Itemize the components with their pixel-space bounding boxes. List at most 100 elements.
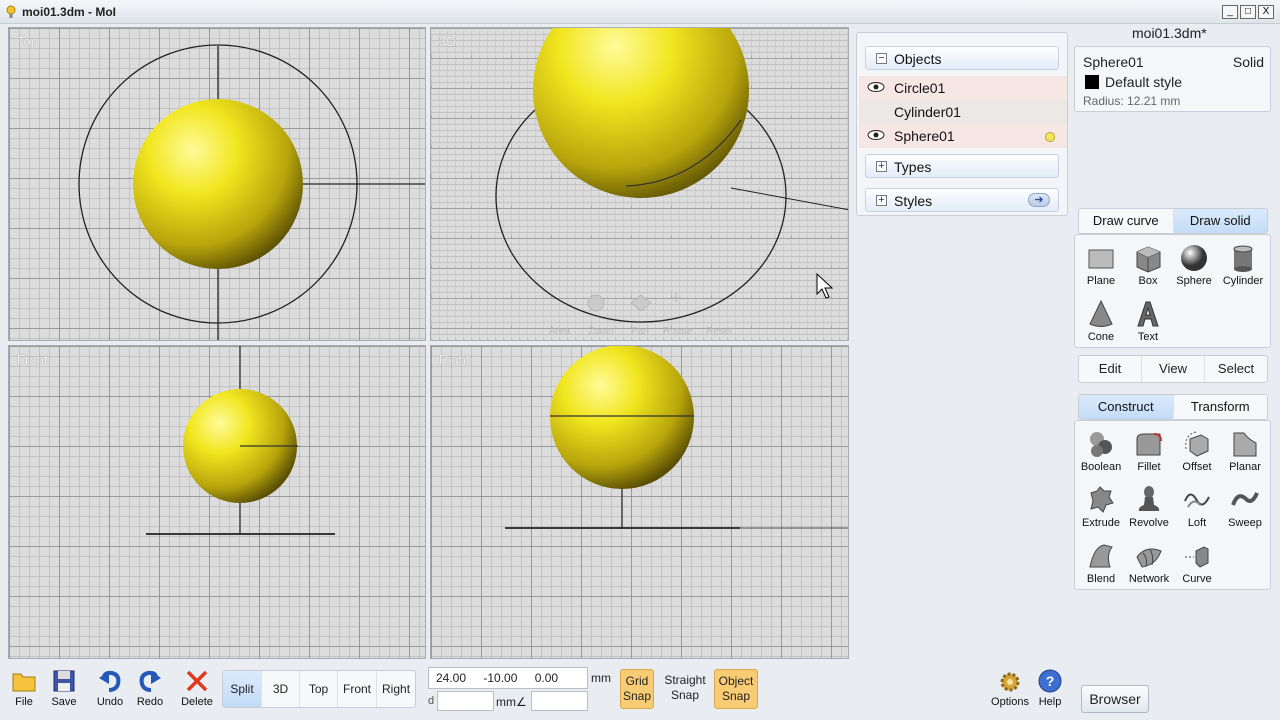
collapse-icon[interactable]: −	[876, 53, 887, 64]
angle-input[interactable]	[531, 691, 588, 711]
tab-view-3d[interactable]: 3D	[261, 671, 299, 707]
blend-tool[interactable]: Blend	[1076, 537, 1126, 591]
object-row-cylinder01[interactable]: Cylinder01	[859, 100, 1067, 124]
redo-arrow-icon	[139, 670, 161, 692]
network-tool[interactable]: Network	[1124, 537, 1174, 591]
close-button[interactable]: X	[1258, 5, 1274, 19]
tab-construct[interactable]: Construct	[1079, 395, 1173, 419]
sphere-tool[interactable]: Sphere	[1169, 239, 1219, 293]
straight-snap-toggle[interactable]: Straight Snap	[659, 669, 711, 709]
viewport-top[interactable]: Top	[8, 27, 426, 341]
sweep-tool[interactable]: Sweep	[1220, 481, 1270, 535]
offset-tool[interactable]: Offset	[1172, 425, 1222, 479]
navigation-gizmo	[587, 293, 681, 312]
object-name[interactable]: Sphere01	[1083, 54, 1144, 70]
mouse-cursor	[816, 272, 834, 299]
revolve-tool[interactable]: Revolve	[1124, 481, 1174, 535]
types-section-header[interactable]: + Types	[865, 154, 1059, 178]
style-name[interactable]: Default style	[1105, 74, 1182, 90]
moi-logo-icon	[6, 5, 16, 18]
cone-icon	[1089, 299, 1113, 327]
mode-buttons: Edit View Select	[1078, 355, 1268, 383]
grid-snap-toggle[interactable]: Grid Snap	[620, 669, 654, 709]
viewport-front[interactable]: Front	[8, 345, 426, 659]
view-tabs: Split 3D Top Front Right	[222, 670, 417, 708]
construct-toolbox: Boolean Fillet Offset Planar Extrude Rev…	[1074, 420, 1271, 590]
properties-panel: Sphere01 Solid Default style Radius: 12.…	[1074, 46, 1271, 112]
title-bar: moi01.3dm - MoI _ □ X	[0, 0, 1280, 24]
scene-browser-panel: − Objects Circle01 Cylinder01 Sphere01 +…	[856, 32, 1068, 216]
tab-draw-curve[interactable]: Draw curve	[1079, 209, 1173, 233]
viewport-right[interactable]: Right	[430, 345, 849, 659]
redo-button[interactable]: Redo	[130, 668, 170, 718]
object-type: Solid	[1232, 54, 1264, 70]
draw-tabs: Draw curve Draw solid	[1078, 208, 1268, 234]
minimize-button[interactable]: _	[1222, 5, 1238, 19]
plane-tool[interactable]: Plane	[1076, 239, 1126, 293]
sphere-object	[133, 99, 303, 269]
delete-button[interactable]: Delete	[177, 668, 217, 718]
planar-tool[interactable]: Planar	[1220, 425, 1270, 479]
edit-button[interactable]: Edit	[1079, 356, 1141, 382]
boolean-tool[interactable]: Boolean	[1076, 425, 1126, 479]
select-button[interactable]: Select	[1204, 356, 1267, 382]
loft-tool[interactable]: Loft	[1172, 481, 1222, 535]
view-button[interactable]: View	[1141, 356, 1204, 382]
tab-transform[interactable]: Transform	[1172, 395, 1268, 419]
viewport-label: Right	[439, 352, 470, 367]
style-color-swatch[interactable]	[1085, 75, 1099, 89]
styles-section-header[interactable]: + Styles ➜	[865, 188, 1059, 212]
expand-icon[interactable]: +	[876, 161, 887, 172]
save-disk-icon	[53, 670, 75, 692]
svg-text:Zoom: Zoom	[588, 326, 614, 337]
arrow-right-icon[interactable]: ➜	[1028, 193, 1050, 207]
object-snap-toggle[interactable]: Object Snap	[714, 669, 758, 709]
distance-unit: mm∠	[496, 695, 527, 709]
coordinate-unit: mm	[591, 671, 611, 685]
box-icon	[1136, 246, 1161, 273]
tab-draw-solid[interactable]: Draw solid	[1172, 209, 1267, 233]
fillet-icon	[1136, 433, 1162, 456]
svg-text:Reset: Reset	[706, 326, 732, 337]
plane-icon	[1088, 249, 1114, 269]
tab-view-front[interactable]: Front	[337, 671, 376, 707]
text-icon	[1137, 301, 1159, 327]
viewport-label: 3D	[439, 34, 456, 49]
viewport-label: Front	[17, 352, 48, 367]
object-row-sphere01[interactable]: Sphere01	[859, 124, 1067, 148]
angle-icon: ∠	[516, 695, 527, 709]
svg-text:Pan: Pan	[631, 326, 649, 337]
expand-icon[interactable]: +	[876, 195, 887, 206]
file-button[interactable]: File	[4, 668, 44, 718]
cylinder-tool[interactable]: Cylinder	[1218, 239, 1268, 293]
cone-tool[interactable]: Cone	[1076, 295, 1126, 349]
help-button[interactable]: ? Help	[1030, 668, 1070, 718]
gear-icon	[1000, 672, 1020, 692]
browser-button[interactable]: Browser	[1081, 685, 1149, 713]
object-row-circle01[interactable]: Circle01	[859, 76, 1067, 100]
maximize-button[interactable]: □	[1240, 5, 1256, 19]
coordinate-input[interactable]: 24.00 -10.00 0.00	[428, 667, 588, 689]
save-button[interactable]: Save	[44, 668, 84, 718]
viewport-right-scene	[505, 346, 848, 529]
eye-icon[interactable]	[867, 81, 885, 93]
box-tool[interactable]: Box	[1123, 239, 1173, 293]
text-tool[interactable]: Text	[1123, 295, 1173, 349]
tab-view-top[interactable]: Top	[299, 671, 337, 707]
tab-view-right[interactable]: Right	[376, 671, 415, 707]
distance-input[interactable]	[437, 691, 494, 711]
objects-section-header[interactable]: − Objects	[865, 46, 1059, 70]
fillet-tool[interactable]: Fillet	[1124, 425, 1174, 479]
network-icon	[1136, 548, 1162, 568]
tab-view-split[interactable]: Split	[223, 671, 261, 707]
extrude-tool[interactable]: Extrude	[1076, 481, 1126, 535]
viewport-3d[interactable]: Area Zoom Pan Rotate Reset 3D	[430, 27, 849, 341]
curve-tool[interactable]: Curve	[1172, 537, 1222, 591]
viewport-3d-scene: Area Zoom Pan Rotate Reset	[495, 28, 848, 337]
eye-icon[interactable]	[867, 129, 885, 141]
window-title: moi01.3dm - MoI	[22, 5, 117, 19]
undo-button[interactable]: Undo	[90, 668, 130, 718]
svg-text:Rotate: Rotate	[663, 326, 693, 337]
options-button[interactable]: Options	[990, 668, 1030, 718]
selected-indicator-icon	[1045, 132, 1055, 142]
